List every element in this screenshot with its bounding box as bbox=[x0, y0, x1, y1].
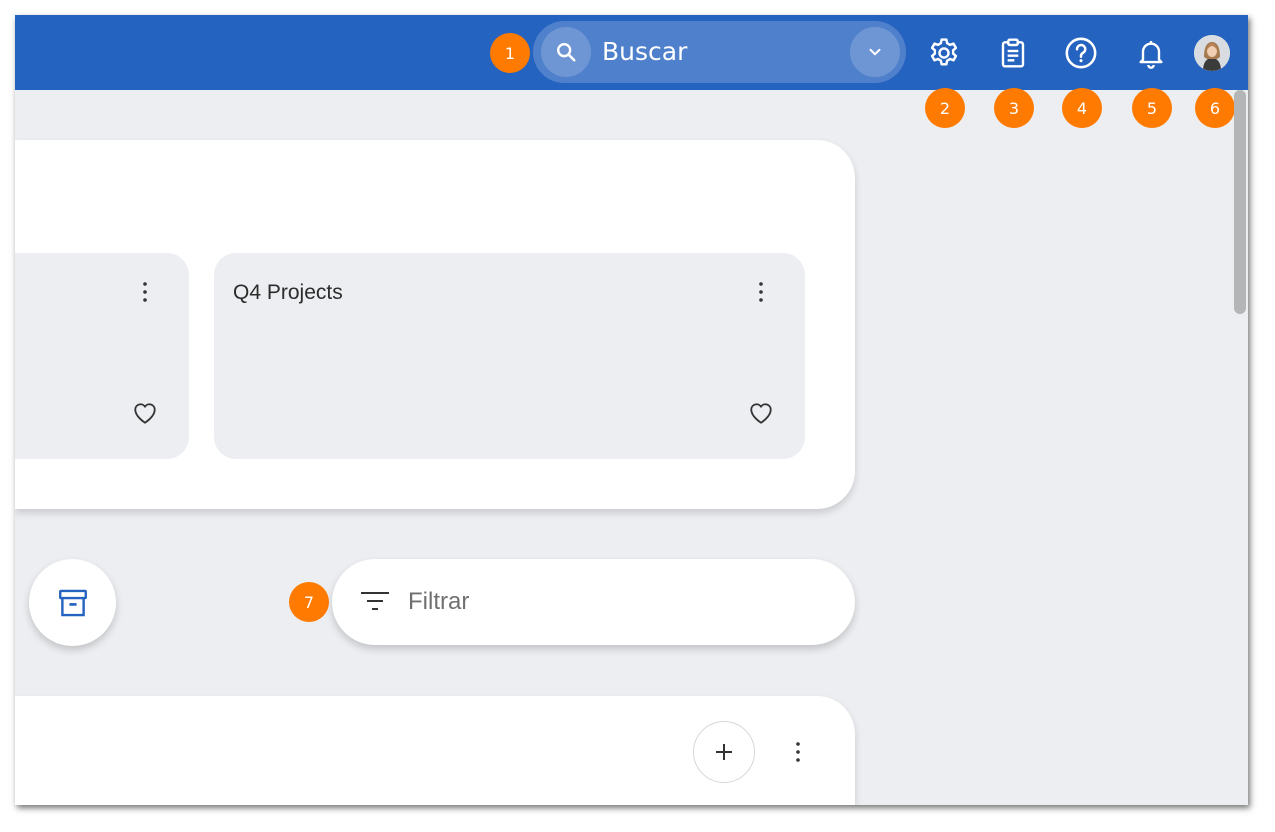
bell-icon bbox=[1139, 41, 1163, 69]
heart-icon bbox=[134, 403, 156, 424]
search-options-button[interactable] bbox=[850, 27, 900, 77]
tasks-button[interactable] bbox=[993, 33, 1033, 73]
archive-button[interactable] bbox=[29, 559, 116, 646]
callout-badge-4: 4 bbox=[1062, 88, 1102, 128]
avatar-photo bbox=[1194, 35, 1230, 71]
search-button[interactable] bbox=[541, 27, 591, 77]
callout-badge-1: 1 bbox=[490, 33, 530, 73]
board-card-favorite-button[interactable] bbox=[131, 399, 159, 427]
callout-badge-3: 3 bbox=[994, 88, 1034, 128]
lists-panel-menu-button[interactable] bbox=[786, 738, 810, 766]
filter-icon bbox=[360, 588, 390, 616]
app-window: Buscar 1 2 3 4 5 6 Q4 Projects 7 Filtrar bbox=[15, 15, 1248, 805]
callout-badge-5: 5 bbox=[1132, 88, 1172, 128]
archive-icon bbox=[58, 589, 87, 616]
filter-placeholder: Filtrar bbox=[408, 588, 470, 615]
board-card-menu-button[interactable] bbox=[133, 278, 157, 306]
heart-icon bbox=[750, 403, 772, 424]
global-search[interactable]: Buscar bbox=[533, 21, 906, 83]
gear-icon bbox=[930, 38, 958, 66]
notifications-button[interactable] bbox=[1131, 33, 1171, 73]
user-avatar[interactable] bbox=[1194, 35, 1230, 71]
plus-icon bbox=[716, 744, 732, 760]
board-card-menu-button[interactable] bbox=[749, 278, 773, 306]
callout-badge-6: 6 bbox=[1195, 88, 1235, 128]
board-card[interactable] bbox=[15, 253, 189, 459]
chevron-down-icon bbox=[869, 48, 881, 56]
board-card[interactable]: Q4 Projects bbox=[214, 253, 805, 459]
board-card-favorite-button[interactable] bbox=[747, 399, 775, 427]
clipboard-icon bbox=[1001, 38, 1025, 68]
help-button[interactable] bbox=[1061, 33, 1101, 73]
add-button[interactable] bbox=[693, 721, 755, 783]
boards-panel: Q4 Projects bbox=[15, 140, 855, 509]
filter-lines-icon bbox=[361, 592, 389, 610]
callout-badge-7: 7 bbox=[289, 582, 329, 622]
page-scrollbar[interactable] bbox=[1232, 90, 1248, 805]
search-icon bbox=[557, 43, 576, 62]
more-vertical-icon bbox=[796, 742, 800, 762]
scrollbar-thumb[interactable] bbox=[1234, 90, 1246, 314]
top-bar: Buscar bbox=[15, 15, 1248, 90]
more-vertical-icon bbox=[143, 282, 147, 302]
help-icon bbox=[1065, 37, 1097, 69]
settings-button[interactable] bbox=[924, 33, 964, 73]
filter-input[interactable]: Filtrar bbox=[332, 559, 855, 645]
board-card-title: Q4 Projects bbox=[233, 281, 343, 304]
more-vertical-icon bbox=[759, 282, 763, 302]
search-input[interactable]: Buscar bbox=[602, 21, 687, 83]
callout-badge-2: 2 bbox=[925, 88, 965, 128]
